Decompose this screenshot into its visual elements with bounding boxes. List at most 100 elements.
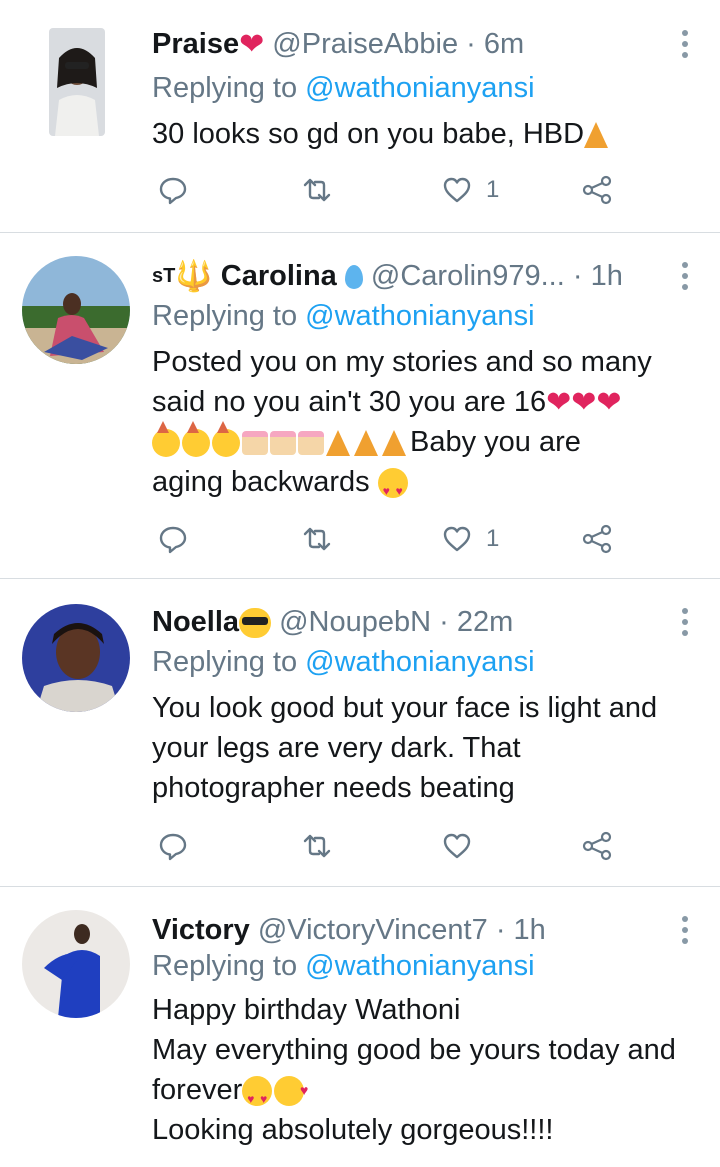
tweet-line: Looking absolutely gorgeous!!!! (152, 1114, 554, 1146)
avatar[interactable] (22, 256, 130, 364)
action-bar (0, 826, 720, 866)
heart-eyes-face-icon (242, 1076, 273, 1119)
tweet-header: Noella @NoupebN · 22m (152, 602, 513, 642)
reply-prefix: Replying to (152, 72, 298, 104)
name-prefix: sT (152, 265, 176, 287)
heart-emoji-icon: ❤❤❤ (546, 386, 622, 420)
reply-prefix: Replying to (152, 646, 298, 678)
tweet-header: Victory @VictoryVincent7 · 1h (152, 910, 546, 950)
tweet-line: photographer needs beating (152, 772, 515, 804)
like-icon (443, 833, 471, 859)
tweet-line: Happy birthday Wathoni (152, 994, 461, 1026)
tweet-line: 30 looks so gd on you babe, HBD (152, 118, 585, 150)
mention-link[interactable]: @wathonianyansi (305, 300, 534, 332)
timestamp: · 1h (572, 260, 623, 292)
more-icon[interactable] (680, 262, 690, 290)
retweet-icon (303, 527, 331, 551)
like-button[interactable] (442, 826, 472, 866)
retweet-icon (303, 178, 331, 202)
avatar[interactable] (22, 604, 130, 712)
reply-context: Replying to @wathonianyansi (152, 296, 535, 336)
share-icon (582, 524, 612, 554)
tweet[interactable]: Victory @VictoryVincent7 · 1h Replying t… (0, 886, 720, 1167)
retweet-icon (303, 834, 331, 858)
timestamp: · 6m (466, 28, 525, 60)
tweet-line: your legs are very dark. That (152, 732, 521, 764)
like-count: 1 (486, 525, 500, 552)
tweet-header: Praise❤ @PraiseAbbie · 6m (152, 24, 524, 64)
retweet-button[interactable] (302, 826, 332, 866)
action-bar: 1 (0, 170, 720, 210)
reply-context: Replying to @wathonianyansi (152, 68, 535, 108)
tweet-line: Posted you on my stories and so many (152, 346, 652, 378)
more-icon[interactable] (680, 916, 690, 944)
action-bar: 1 (0, 519, 720, 559)
tweet-text: 30 looks so gd on you babe, HBD (152, 114, 702, 154)
reply-button[interactable] (158, 519, 188, 559)
display-name[interactable]: Noella (152, 606, 239, 638)
reply-prefix: Replying to (152, 300, 298, 332)
more-icon[interactable] (680, 30, 690, 58)
confetti-ball-icon (326, 430, 350, 457)
reply-button[interactable] (158, 170, 188, 210)
tweet-line: You look good but your face is light and (152, 692, 658, 724)
share-button[interactable] (582, 519, 612, 559)
like-icon (443, 177, 471, 203)
tweet[interactable]: Noella @NoupebN · 22m Replying to @watho… (0, 578, 720, 887)
handle[interactable]: @PraiseAbbie (272, 28, 458, 60)
reply-prefix: Replying to (152, 950, 298, 982)
avatar[interactable] (22, 910, 130, 1018)
like-button[interactable]: 1 (442, 519, 499, 559)
reply-icon (159, 177, 187, 205)
tweet-line: May everything good be yours today and (152, 1034, 676, 1066)
cake-icon (270, 431, 296, 456)
tweet-line: forever (152, 1074, 243, 1106)
more-icon[interactable] (680, 608, 690, 636)
tweet-text: You look good but your face is light and… (152, 688, 702, 808)
mention-link[interactable]: @wathonianyansi (305, 646, 534, 678)
partying-face-icon (212, 421, 240, 458)
confetti-ball-icon (382, 430, 406, 457)
share-icon (582, 831, 612, 861)
avatar[interactable] (49, 28, 105, 136)
droplet-emoji-icon (344, 265, 363, 290)
like-icon (443, 526, 471, 552)
partying-face-icon (152, 421, 180, 458)
mention-link[interactable]: @wathonianyansi (305, 72, 534, 104)
cake-icon (242, 431, 268, 456)
cake-icon (298, 431, 324, 456)
retweet-button[interactable] (302, 170, 332, 210)
display-name[interactable]: Praise (152, 28, 239, 60)
reply-icon (159, 526, 187, 554)
reply-button[interactable] (158, 826, 188, 866)
handle[interactable]: @VictoryVincent7 (258, 914, 488, 946)
confetti-ball-icon (354, 430, 378, 457)
kissing-face-icon (274, 1070, 308, 1110)
tweet-line: aging backwards (152, 466, 370, 498)
heart-emoji-icon: ❤ (239, 28, 265, 62)
display-name[interactable]: Victory (152, 914, 250, 946)
party-popper-icon (584, 122, 609, 149)
like-count: 1 (486, 176, 500, 203)
tweet-line: said no you ain't 30 you are 16 (152, 386, 547, 418)
share-button[interactable] (582, 170, 612, 210)
handle[interactable]: @NoupebN (279, 606, 431, 638)
display-name[interactable]: Carolina (221, 260, 337, 292)
mention-link[interactable]: @wathonianyansi (305, 950, 534, 982)
timestamp: · 1h (495, 914, 546, 946)
sunglasses-face-icon (239, 608, 272, 639)
share-button[interactable] (582, 826, 612, 866)
tweet-line: Baby you are (410, 426, 581, 458)
handle[interactable]: @Carolin979... (371, 260, 565, 292)
timestamp: · 22m (439, 606, 514, 638)
like-button[interactable]: 1 (442, 170, 499, 210)
partying-face-icon (182, 421, 210, 458)
tweet-header: sT🔱 Carolina @Carolin979... · 1h (152, 256, 623, 297)
tweet[interactable]: Praise❤ @PraiseAbbie · 6m Replying to @w… (0, 0, 720, 233)
tweet[interactable]: sT🔱 Carolina @Carolin979... · 1h Replyin… (0, 232, 720, 579)
tweet-text: Posted you on my stories and so many sai… (152, 342, 702, 511)
reply-context: Replying to @wathonianyansi (152, 946, 535, 986)
retweet-button[interactable] (302, 519, 332, 559)
share-icon (582, 175, 612, 205)
trident-emoji-icon: 🔱 (175, 260, 213, 294)
